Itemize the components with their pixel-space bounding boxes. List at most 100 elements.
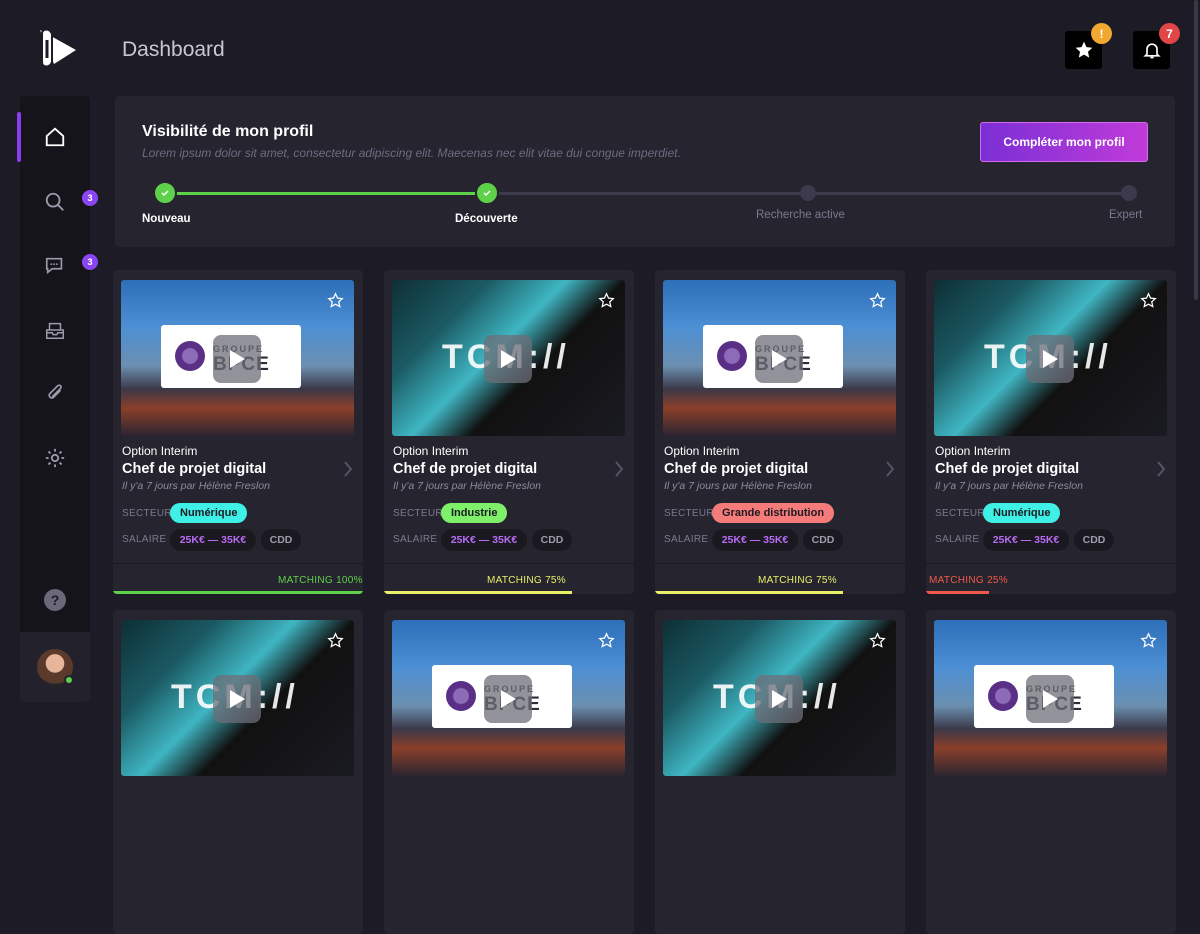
favorite-button[interactable]	[869, 292, 886, 314]
step-recherche-dot	[800, 185, 816, 201]
star-outline-icon	[327, 632, 344, 648]
open-job-chevron[interactable]	[343, 460, 353, 483]
company-name: Option Interim	[664, 444, 740, 458]
inbox-icon	[46, 322, 64, 339]
salary-label: SALAIRE	[122, 534, 167, 545]
chevron-right-icon	[1157, 461, 1166, 477]
job-card[interactable]: TCM://	[655, 610, 905, 934]
job-video-thumbnail[interactable]: TCM://	[392, 280, 625, 436]
matching-bar: MATCHING 75%	[655, 563, 905, 594]
job-video-thumbnail[interactable]: GROUPEBPCE	[663, 280, 896, 436]
star-outline-icon	[598, 292, 615, 308]
check-icon	[161, 190, 169, 197]
favorite-button[interactable]	[1140, 292, 1157, 314]
profile-subtitle: Lorem ipsum dolor sit amet, consectetur …	[142, 146, 681, 160]
step-nouveau-dot	[153, 181, 177, 205]
play-icon	[230, 350, 245, 368]
salary-label: SALAIRE	[664, 534, 709, 545]
user-menu[interactable]	[20, 632, 90, 702]
job-video-thumbnail[interactable]: GROUPEBPCE	[121, 280, 354, 436]
open-job-chevron[interactable]	[614, 460, 624, 483]
page-title: Dashboard	[122, 38, 225, 61]
sidebar-item-attachments[interactable]	[20, 370, 90, 418]
sector-label: SECTEUR	[393, 508, 443, 519]
salary-label: SALAIRE	[935, 534, 980, 545]
matching-text: MATCHING 25%	[929, 575, 1008, 586]
open-job-chevron[interactable]	[1156, 460, 1166, 483]
star-outline-icon	[1140, 292, 1157, 308]
matching-text: MATCHING 75%	[758, 575, 837, 586]
play-button[interactable]	[484, 675, 532, 723]
profile-title: Visibilité de mon profil	[142, 123, 314, 140]
salary-pill: 25K€ — 35K€	[983, 529, 1069, 551]
favorites-button[interactable]: !	[1065, 23, 1112, 69]
play-button[interactable]	[755, 675, 803, 723]
job-card[interactable]: GROUPEBPCE Option Interim Chef de projet d…	[655, 270, 905, 594]
matching-fill	[384, 591, 572, 594]
job-card[interactable]: TCM://	[113, 610, 363, 934]
step-decouverte-label: Découverte	[455, 213, 518, 225]
job-video-thumbnail[interactable]: TCM://	[934, 280, 1167, 436]
favorite-button[interactable]	[1140, 632, 1157, 654]
favorite-button[interactable]	[327, 292, 344, 314]
salary-label: SALAIRE	[393, 534, 438, 545]
job-title: Chef de projet digital	[664, 461, 809, 477]
notifications-button[interactable]: 7	[1133, 23, 1180, 69]
complete-profile-button[interactable]: Compléter mon profil	[980, 122, 1148, 162]
matching-bar: MATCHING 75%	[384, 563, 634, 594]
online-status-dot	[64, 675, 74, 685]
scrollbar[interactable]	[1194, 0, 1198, 300]
job-meta: Il y'a 7 jours par Hélène Freslon	[664, 480, 812, 492]
home-icon	[45, 127, 65, 147]
favorite-button[interactable]	[598, 632, 615, 654]
job-video-thumbnail[interactable]: TCM://	[121, 620, 354, 776]
job-meta: Il y'a 7 jours par Hélène Freslon	[935, 480, 1083, 492]
logo-mark	[446, 681, 476, 711]
job-video-thumbnail[interactable]: GROUPEBPCE	[934, 620, 1167, 776]
logo-mark	[988, 681, 1018, 711]
sidebar-item-home[interactable]	[20, 113, 90, 161]
matching-fill	[655, 591, 843, 594]
play-button[interactable]	[1026, 675, 1074, 723]
chat-icon	[45, 257, 63, 275]
play-icon	[501, 690, 516, 708]
notifications-badge: 7	[1159, 23, 1180, 44]
sidebar-item-settings[interactable]	[20, 434, 90, 482]
favorite-button[interactable]	[869, 632, 886, 654]
sidebar-item-mailbox[interactable]	[20, 306, 90, 354]
play-button[interactable]	[484, 335, 532, 383]
sidebar-item-messages[interactable]	[20, 242, 90, 290]
job-title: Chef de projet digital	[393, 461, 538, 477]
play-button[interactable]	[213, 675, 261, 723]
step-nouveau-label: Nouveau	[142, 213, 191, 225]
job-video-thumbnail[interactable]: TCM://	[663, 620, 896, 776]
sidebar-item-search[interactable]	[20, 178, 90, 226]
step-expert-dot	[1121, 185, 1137, 201]
job-card[interactable]: GROUPEBPCE Option Interim Chef de projet d…	[113, 270, 363, 594]
play-icon	[1043, 350, 1058, 368]
job-video-thumbnail[interactable]: GROUPEBPCE	[392, 620, 625, 776]
star-outline-icon	[598, 632, 615, 648]
job-card[interactable]: TCM:// Option Interim Chef de projet digit…	[926, 270, 1176, 594]
job-card[interactable]: TCM:// Option Interim Chef de projet digit…	[384, 270, 634, 594]
open-job-chevron[interactable]	[885, 460, 895, 483]
favorite-button[interactable]	[327, 632, 344, 654]
favorite-button[interactable]	[598, 292, 615, 314]
sector-tag: Numérique	[170, 503, 248, 523]
search-icon	[45, 192, 64, 211]
job-card[interactable]: GROUPEBPCE	[926, 610, 1176, 934]
contract-pill: CDD	[803, 529, 843, 551]
chevron-right-icon	[344, 461, 353, 477]
job-card[interactable]: GROUPEBPCE	[384, 610, 634, 934]
matching-text: MATCHING 75%	[487, 575, 566, 586]
play-button[interactable]	[1026, 335, 1074, 383]
play-button[interactable]	[755, 335, 803, 383]
sector-tag: Grande distribution	[712, 503, 835, 523]
favorites-badge: !	[1091, 23, 1112, 44]
matching-fill	[926, 591, 989, 594]
play-button[interactable]	[213, 335, 261, 383]
contract-pill: CDD	[1074, 529, 1114, 551]
avatar[interactable]	[37, 649, 74, 685]
play-icon	[772, 690, 787, 708]
sidebar-item-help[interactable]: ?	[20, 576, 90, 624]
